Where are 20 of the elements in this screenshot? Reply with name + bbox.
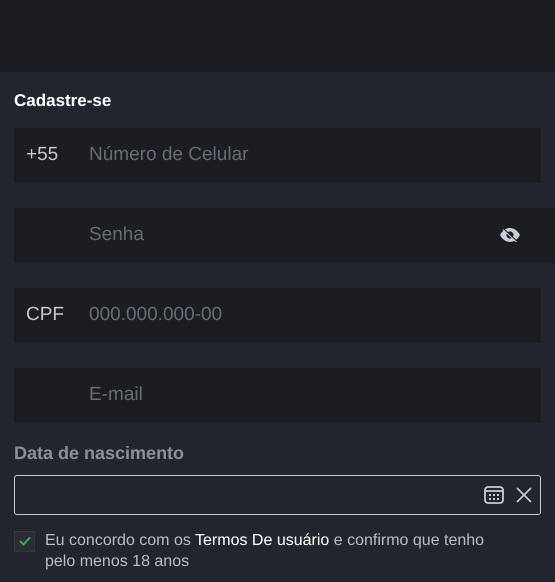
form-title: Cadastre-se — [14, 90, 112, 112]
input-field[interactable]: 000.000.000-00 — [89, 300, 529, 330]
field-background[interactable]: CPF 000.000.000-00 — [14, 288, 541, 342]
field-prefix: CPF — [26, 302, 64, 327]
calendar-icon[interactable] — [484, 485, 504, 504]
input-field[interactable]: Senha — [89, 220, 499, 250]
date-field[interactable] — [14, 474, 541, 514]
field-label: Data de nascimento — [14, 442, 186, 464]
eye-slash-icon[interactable] — [499, 227, 521, 243]
terms-text: Eu concordo com os Termos De usuário e confirmo que tenho pelo menos 18 anos — [45, 530, 486, 572]
field-prefix: +55 — [26, 142, 58, 167]
field-background[interactable]: Senha — [14, 208, 555, 262]
terms-link[interactable]: Termos De usuário — [195, 532, 330, 548]
close-icon[interactable] — [516, 486, 532, 502]
terms-checkbox[interactable] — [14, 530, 35, 552]
field-background[interactable]: +55 Número de Celular — [14, 128, 541, 182]
input-field[interactable]: E-mail — [89, 380, 529, 410]
input-field[interactable]: Número de Celular — [89, 140, 529, 170]
check-icon — [18, 536, 30, 546]
field-background[interactable]: E-mail — [14, 368, 541, 422]
